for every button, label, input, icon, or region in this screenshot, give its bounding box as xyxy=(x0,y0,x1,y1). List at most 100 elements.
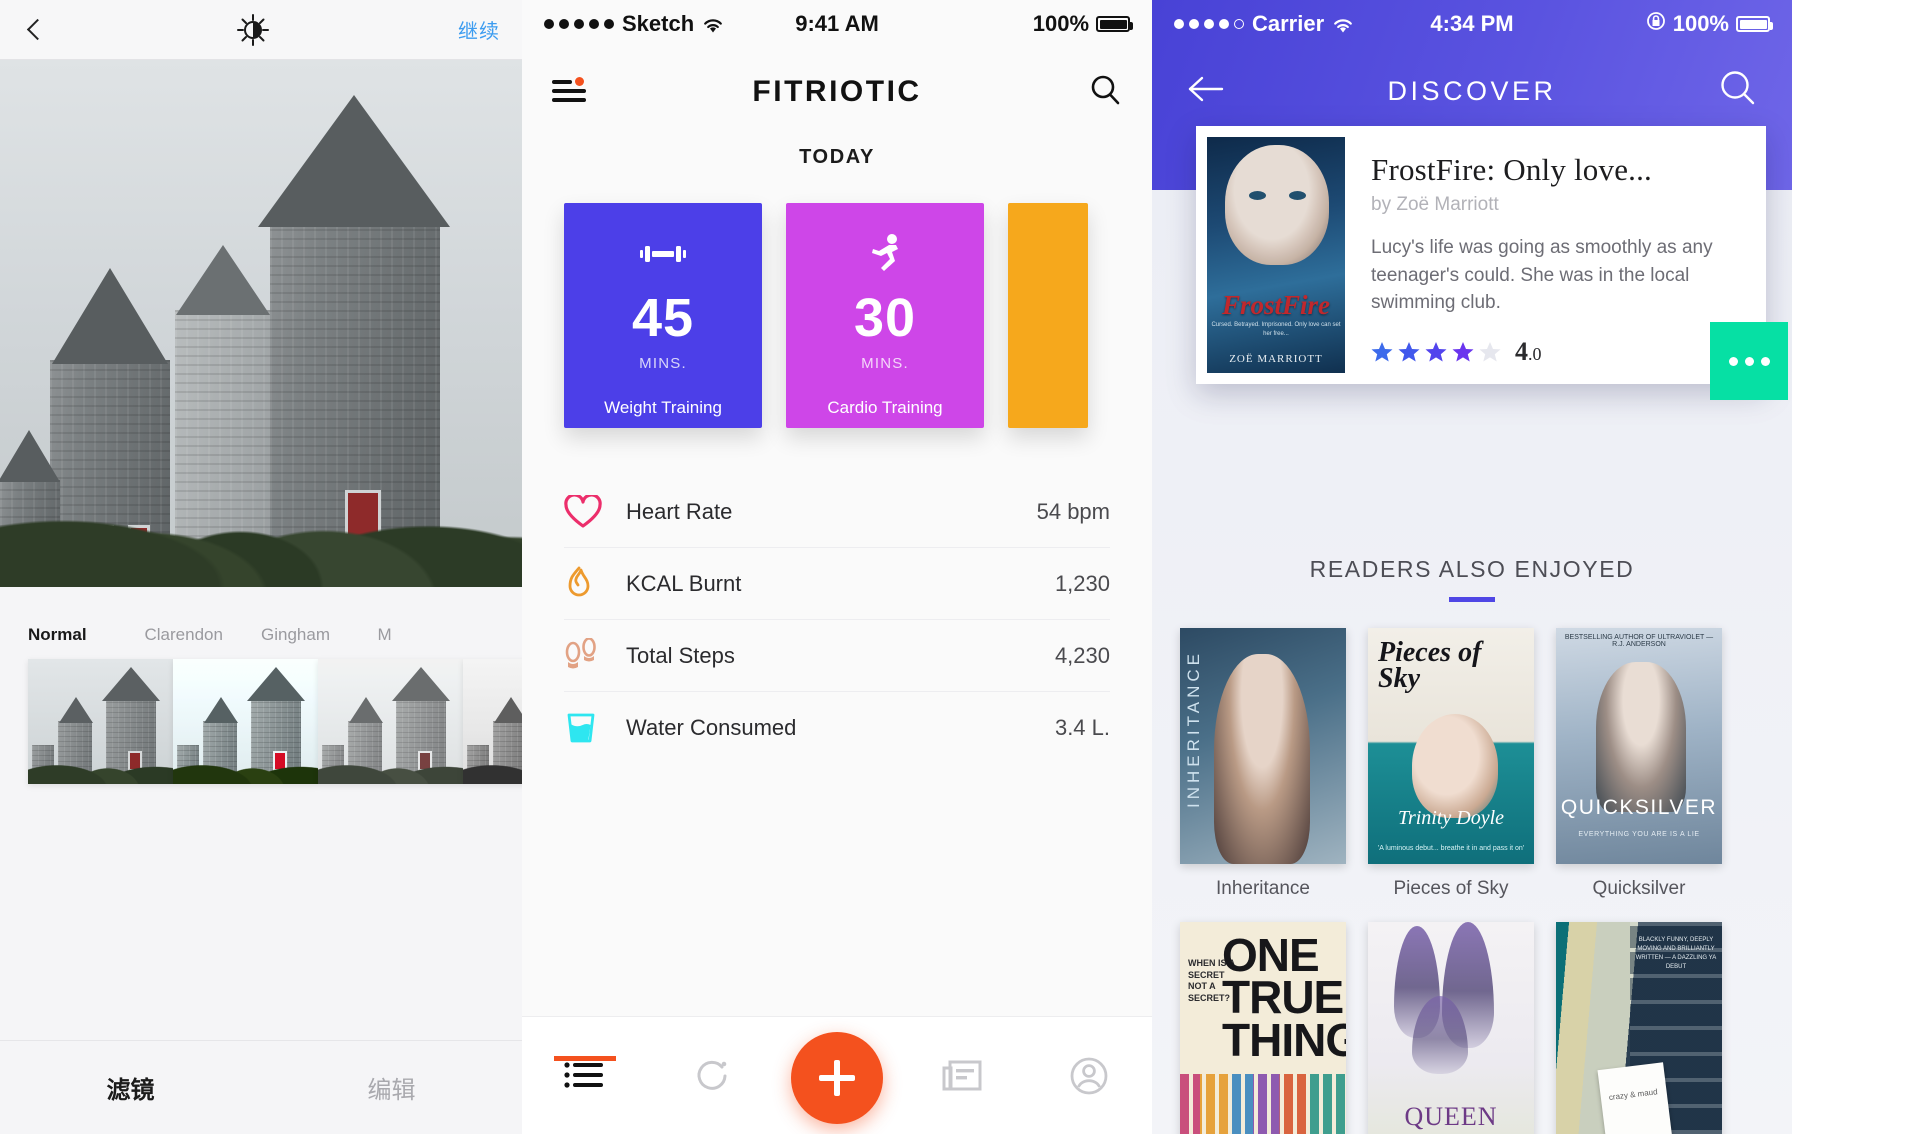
stat-value: 1,230 xyxy=(1054,570,1110,596)
photo-preview xyxy=(0,60,522,587)
tab-profile[interactable] xyxy=(1026,1056,1152,1096)
filter-thumb-moon[interactable] xyxy=(463,659,522,784)
cover-text: ONE TRUE THING xyxy=(1222,929,1346,1066)
ios-status-bar: Sketch 9:41 AM 100% xyxy=(522,0,1152,48)
stat-row-heart-rate[interactable]: Heart Rate 54 bpm xyxy=(564,476,1110,548)
tab-edit[interactable]: 编辑 xyxy=(261,1070,522,1105)
stat-label: Heart Rate xyxy=(626,498,733,524)
cover-text: QUEEN xyxy=(1404,1102,1498,1131)
chevron-left-icon[interactable] xyxy=(22,17,48,43)
battery-percent-label: 100% xyxy=(1672,11,1729,36)
activity-card-weight-training[interactable]: 45 MINS. Weight Training xyxy=(564,203,762,428)
stat-row-total-steps[interactable]: Total Steps 4,230 xyxy=(564,620,1110,692)
clock-label: 9:41 AM xyxy=(795,11,879,36)
hamburger-menu-icon[interactable] xyxy=(552,77,586,106)
star-rating[interactable] xyxy=(1371,341,1501,363)
battery-full-icon xyxy=(1736,16,1773,32)
featured-book-card[interactable]: FrostFire Cursed. Betrayed. Imprisoned. … xyxy=(1196,126,1788,400)
more-options-icon[interactable] xyxy=(1710,322,1788,400)
activity-card-cardio-training[interactable]: 30 MINS. Cardio Training xyxy=(786,203,984,428)
water-glass-icon xyxy=(564,710,626,746)
filter-label-normal[interactable]: Normal xyxy=(28,625,145,645)
menu-badge-dot xyxy=(575,77,584,86)
signal-dots-icon xyxy=(1174,19,1244,29)
brightness-contrast-icon[interactable] xyxy=(236,13,270,47)
rotation-lock-icon xyxy=(1646,11,1666,37)
star-filled-icon xyxy=(1425,341,1447,362)
cover-note: crazy & maud xyxy=(1597,1062,1673,1134)
arrow-left-icon[interactable] xyxy=(1186,74,1226,109)
book-cover: Pieces of Sky Trinity Doyle 'A luminous … xyxy=(1368,628,1534,864)
wifi-icon xyxy=(702,15,724,33)
active-tab-indicator xyxy=(554,1055,616,1061)
heart-icon xyxy=(564,494,626,529)
clock-label: 4:34 PM xyxy=(1430,11,1514,36)
screenshot-root: 继续 Normal Clarendon Gingham M 滤镜 编辑 Sket… xyxy=(0,0,1914,1134)
book-title: Pieces of Sky xyxy=(1393,878,1509,899)
cover-text: QUICKSILVER xyxy=(1560,796,1718,819)
book-cover: QUEEN OF THE xyxy=(1368,922,1534,1134)
activity-name: Cardio Training xyxy=(827,398,943,417)
book-title: Inheritance xyxy=(1215,878,1310,899)
filter-name-row: Normal Clarendon Gingham M xyxy=(0,625,522,645)
filter-carousel[interactable]: Normal Clarendon Gingham M xyxy=(0,587,522,784)
filter-label-clarendon[interactable]: Clarendon xyxy=(145,625,262,645)
ios-status-bar: Carrier 4:34 PM 100% xyxy=(1152,0,1792,48)
filter-label-moon[interactable]: M xyxy=(378,625,495,645)
featured-book-title: FrostFire: Only love... xyxy=(1371,152,1653,187)
cover-title: FrostFire xyxy=(1221,290,1331,320)
featured-book-body: FrostFire: Only love... by Zoë Marriott … xyxy=(1345,126,1788,400)
activity-cards: 45 MINS. Weight Training 30 MINS. Cardio… xyxy=(522,169,1152,428)
battery-percent-label: 100% xyxy=(1032,11,1090,36)
stat-label: Water Consumed xyxy=(626,715,797,740)
fitness-screen: Sketch 9:41 AM 100% FITRIOTIC TODAY 45 M… xyxy=(522,0,1152,1134)
cover-tag: 'A luminous debut... breathe it in and p… xyxy=(1377,845,1525,852)
page-title: DISCOVER xyxy=(1387,75,1557,106)
battery-full-icon xyxy=(1096,16,1134,32)
featured-book-author: by Zoë Marriott xyxy=(1371,194,1499,215)
tab-filters[interactable]: 滤镜 xyxy=(0,1070,261,1105)
book-cell-inheritance[interactable]: INHERITANCE Inheritance xyxy=(1180,628,1346,900)
photo-editor-topbar: 继续 xyxy=(0,0,522,60)
activity-unit: MINS. xyxy=(639,355,687,372)
activity-value: 30 xyxy=(853,288,917,348)
filter-label-gingham[interactable]: Gingham xyxy=(261,625,378,645)
cover-text: Pieces of Sky xyxy=(1378,637,1482,694)
stat-row-kcal-burnt[interactable]: KCAL Burnt 1,230 xyxy=(564,548,1110,620)
tab-list[interactable] xyxy=(522,1055,648,1092)
fitness-tabbar xyxy=(522,1016,1152,1134)
section-title: READERS ALSO ENJOYED xyxy=(1309,556,1635,582)
filter-thumb-gingham[interactable] xyxy=(318,659,463,784)
stat-value: 4,230 xyxy=(1054,642,1110,668)
plus-icon[interactable] xyxy=(791,1031,883,1124)
cover-sub: EVERYTHING YOU ARE IS A LIE xyxy=(1578,831,1700,838)
activity-unit: MINS. xyxy=(861,355,909,372)
cover-top-text: BLACKLY FUNNY, DEEPLY MOVING AND BRILLIA… xyxy=(1635,937,1717,970)
photo-editor-tabbar: 滤镜 编辑 xyxy=(0,1040,522,1134)
filter-thumb-normal[interactable] xyxy=(28,659,173,784)
cover-text: INHERITANCE xyxy=(1184,650,1203,808)
cover-top-text: BESTSELLING AUTHOR OF ULTRAVIOLET — R.J.… xyxy=(1564,634,1714,648)
activity-card-next[interactable] xyxy=(1008,203,1088,428)
news-icon xyxy=(942,1060,982,1090)
stat-label: KCAL Burnt xyxy=(626,570,742,596)
star-filled-icon xyxy=(1398,341,1420,362)
search-icon[interactable] xyxy=(1718,69,1758,114)
book-cell-quicksilver[interactable]: BESTSELLING AUTHOR OF ULTRAVIOLET — R.J.… xyxy=(1556,628,1722,900)
dumbbell-icon xyxy=(639,231,687,277)
book-cell-queen[interactable]: QUEEN OF THE xyxy=(1368,922,1534,1134)
book-cell-one-true-thing[interactable]: WHEN IS A SECRET NOT A SECRET? ONE TRUE … xyxy=(1180,922,1346,1134)
star-filled-icon xyxy=(1371,341,1393,362)
readers-also-enjoyed-section: READERS ALSO ENJOYED xyxy=(1152,556,1792,602)
tab-news[interactable] xyxy=(900,1058,1026,1094)
filter-thumb-clarendon[interactable] xyxy=(173,659,318,784)
discover-screen: Carrier 4:34 PM 100% DISCOVER FrostFire … xyxy=(1152,0,1792,1134)
search-icon[interactable] xyxy=(1088,73,1122,112)
carrier-label: Sketch xyxy=(622,11,695,36)
stats-list: Heart Rate 54 bpm KCAL Burnt 1,230 Total… xyxy=(522,476,1152,764)
book-cell-pieces-of-sky[interactable]: Pieces of Sky Trinity Doyle 'A luminous … xyxy=(1368,628,1534,900)
stat-row-water-consumed[interactable]: Water Consumed 3.4 L. xyxy=(564,692,1110,764)
continue-button[interactable]: 继续 xyxy=(458,15,500,44)
book-cell-crazy[interactable]: BLACKLY FUNNY, DEEPLY MOVING AND BRILLIA… xyxy=(1556,922,1722,1134)
tab-progress[interactable] xyxy=(648,1057,774,1095)
